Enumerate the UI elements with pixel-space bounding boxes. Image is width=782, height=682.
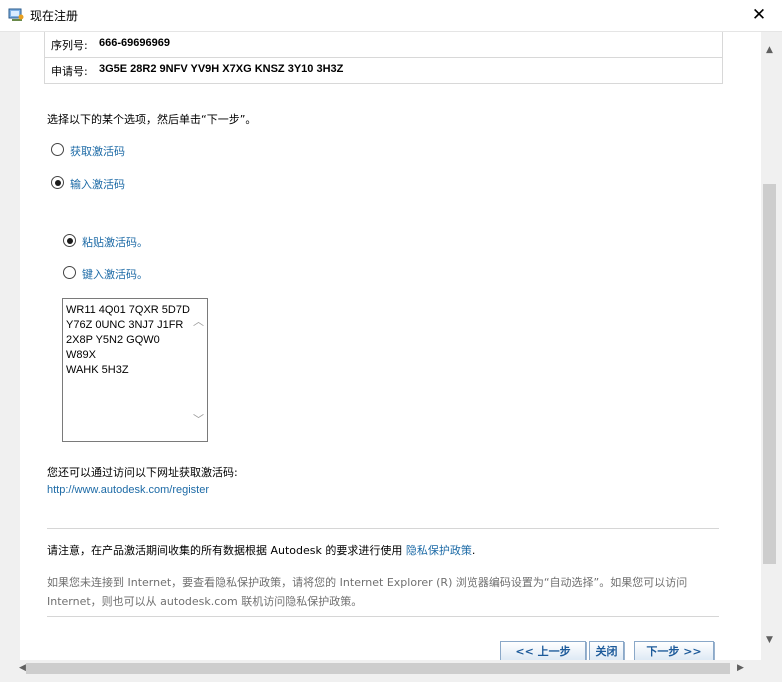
scroll-up-icon[interactable]: ▲: [761, 42, 778, 59]
activation-code-text: WR11 4Q01 7QXR 5D7D Y76Z 0UNC 3NJ7 J1FR …: [66, 304, 190, 376]
close-window-button[interactable]: ✕: [736, 0, 782, 31]
horizontal-scroll-thumb[interactable]: [26, 663, 730, 674]
divider-top: [47, 528, 719, 529]
back-button[interactable]: << 上一步: [500, 641, 586, 660]
scroll-down-icon[interactable]: ▼: [761, 632, 778, 649]
serial-row: 序列号: 666-69696969: [45, 32, 722, 57]
title-bar: 现在注册 ✕: [0, 0, 782, 32]
instruction-text: 选择以下的某个选项，然后单击“下一步”。: [47, 113, 257, 126]
chevron-down-icon[interactable]: ﹀: [193, 411, 204, 427]
paste-code-radio[interactable]: [63, 234, 76, 247]
offline-privacy-note: 如果您未连接到 Internet，要查看隐私保护政策，请将您的 Internet…: [47, 576, 688, 608]
request-value: 3G5E 28R2 9NFV YV9H X7XG KNSZ 3Y10 3H3Z: [99, 63, 344, 75]
info-table: 序列号: 666-69696969 申请号: 3G5E 28R2 9NFV YV…: [44, 32, 723, 84]
chevron-up-icon[interactable]: ︿: [193, 313, 204, 329]
content-area: 序列号: 666-69696969 申请号: 3G5E 28R2 9NFV YV…: [20, 32, 761, 660]
privacy-notice: 请注意，在产品激活期间收集的所有数据根据 Autodesk 的要求进行使用 隐私…: [47, 542, 475, 558]
next-button[interactable]: 下一步 >>: [634, 641, 714, 660]
also-get-code-text: 您还可以通过访问以下网址获取激活码:: [47, 466, 238, 479]
request-label: 申请号:: [51, 65, 88, 78]
serial-value: 666-69696969: [99, 37, 170, 49]
app-icon: [8, 8, 24, 21]
privacy-notice-text: 请注意，在产品激活期间收集的所有数据根据 Autodesk 的要求进行使用: [47, 544, 406, 557]
enter-code-label[interactable]: 输入激活码: [70, 176, 125, 192]
privacy-policy-link[interactable]: 隐私保护政策: [406, 544, 472, 557]
window-title: 现在注册: [30, 9, 79, 23]
enter-code-radio[interactable]: [51, 176, 64, 189]
activation-code-textarea[interactable]: WR11 4Q01 7QXR 5D7D Y76Z 0UNC 3NJ7 J1FR …: [62, 298, 208, 442]
privacy-notice-period: .: [471, 544, 476, 557]
paste-code-label[interactable]: 粘贴激活码。: [82, 234, 148, 250]
divider-bottom: [47, 616, 719, 617]
type-code-radio[interactable]: [63, 266, 76, 279]
close-button[interactable]: 关闭: [589, 641, 624, 660]
type-code-label[interactable]: 键入激活码。: [82, 266, 148, 282]
vertical-scrollbar[interactable]: ▲ ▼: [761, 32, 778, 660]
serial-label: 序列号:: [51, 39, 88, 52]
get-code-radio[interactable]: [51, 143, 64, 156]
register-url-link[interactable]: http://www.autodesk.com/register: [47, 484, 209, 496]
get-code-label[interactable]: 获取激活码: [70, 143, 125, 159]
vertical-scroll-thumb[interactable]: [763, 184, 776, 564]
horizontal-scrollbar[interactable]: ◀ ▶: [0, 660, 761, 677]
scroll-right-icon[interactable]: ▶: [732, 660, 749, 677]
request-row: 申请号: 3G5E 28R2 9NFV YV9H X7XG KNSZ 3Y10 …: [45, 57, 722, 83]
